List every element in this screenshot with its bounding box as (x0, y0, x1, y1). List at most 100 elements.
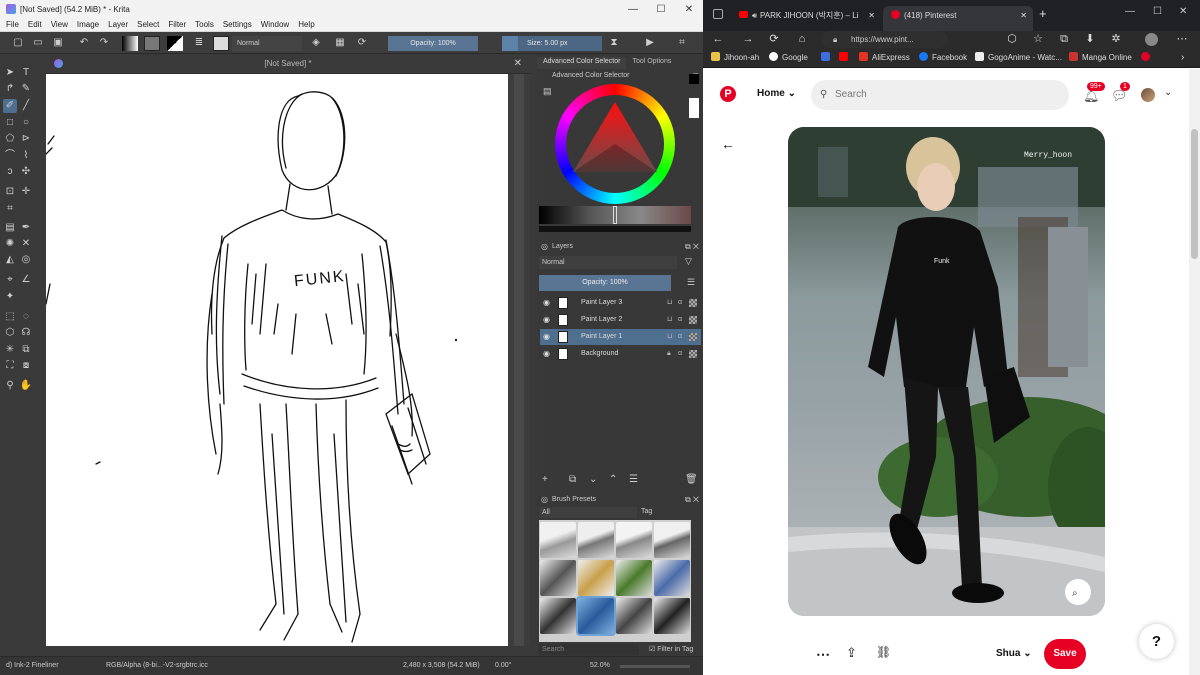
transform-tool-icon[interactable]: ⊡ (3, 185, 17, 199)
eraser-icon[interactable]: ◈ (310, 37, 322, 49)
freehand-brush-tool-icon[interactable]: ✐ (3, 99, 17, 113)
inherit-alpha-icon[interactable] (689, 299, 697, 307)
home-menu[interactable]: Home ⌄ (757, 88, 796, 99)
brush-preset[interactable] (540, 598, 576, 634)
favorites-icon[interactable]: ☆ (1029, 31, 1047, 48)
bookmarks-overflow-icon[interactable]: › (1181, 51, 1184, 65)
close-tab-icon[interactable]: ✕ (1020, 6, 1027, 26)
close-brush-docker-icon[interactable]: ⧉ ✕ (685, 494, 699, 506)
fg-bg-color-icon[interactable] (167, 36, 183, 51)
visibility-eye-icon[interactable]: ◉ (543, 329, 550, 345)
canvas-vertical-scrollbar[interactable] (508, 74, 530, 646)
polygon-select-tool-icon[interactable]: ⬡ (3, 326, 17, 340)
lock-icon[interactable]: ⊔ (667, 295, 672, 311)
measure-tool-icon[interactable]: ∠ (19, 273, 33, 287)
magic-wand-tool-icon[interactable]: ✳ (3, 343, 17, 357)
inherit-alpha-icon[interactable] (689, 333, 697, 341)
back-icon[interactable]: ← (709, 31, 727, 48)
more-menu-icon[interactable]: ⋯ (1173, 31, 1191, 48)
pattern-swatch[interactable] (144, 36, 160, 51)
bookmark-youtube[interactable] (839, 51, 852, 65)
menu-view[interactable]: View (51, 20, 68, 29)
reload-preset-icon[interactable]: ⟳ (356, 37, 368, 49)
background-color-swatch[interactable] (689, 98, 699, 118)
brush-preset[interactable] (654, 560, 690, 596)
save-icon[interactable]: ▣ (52, 37, 64, 49)
gradient-swatch[interactable] (122, 36, 138, 51)
menu-file[interactable]: File (6, 20, 19, 29)
rect-select-tool-icon[interactable]: ⬚ (3, 310, 17, 324)
minimize-icon[interactable]: — (1125, 6, 1135, 17)
bookmark-gogoanime[interactable]: GogoAnime - Watc... (975, 51, 1062, 65)
redo-icon[interactable]: ↷ (98, 37, 110, 49)
alpha-icon[interactable]: α (678, 329, 682, 345)
shade-selector[interactable] (539, 206, 691, 224)
menu-image[interactable]: Image (77, 20, 99, 29)
pan-tool-icon[interactable]: ✋ (19, 379, 33, 393)
undo-icon[interactable]: ↶ (78, 37, 90, 49)
bezier-tool-icon[interactable]: ⌒ (3, 149, 17, 163)
tab-advanced-color-selector[interactable]: Advanced Color Selector (537, 57, 627, 69)
brush-preset-thumb[interactable] (213, 36, 229, 51)
search-input[interactable]: ⚲ Search (811, 80, 1069, 110)
bookmark-jihoon-ah[interactable]: Jihoon-ah (711, 51, 759, 65)
zoom-slider[interactable] (620, 665, 690, 668)
canvas-horizontal-scrollbar[interactable] (46, 646, 530, 656)
extension-icon[interactable]: ⬡ (1003, 31, 1021, 48)
enclose-fill-tool-icon[interactable]: ◎ (19, 253, 33, 267)
user-avatar[interactable] (1141, 88, 1155, 102)
alpha-lock-icon[interactable]: ▦ (334, 37, 346, 49)
bookmark-facebook[interactable]: Facebook (919, 51, 967, 65)
new-tab-icon[interactable]: + (1039, 6, 1047, 21)
mirror-horizontal-icon[interactable]: ⧗ (608, 37, 620, 49)
close-window-icon[interactable]: ✕ (1179, 6, 1187, 17)
save-button[interactable]: Save (1044, 639, 1086, 669)
close-document-icon[interactable]: ✕ (514, 54, 522, 74)
home-icon[interactable]: ⌂ (793, 31, 811, 48)
layer-row[interactable]: ◉ Paint Layer 3 ⊔ α (540, 295, 701, 311)
drawing-canvas[interactable]: FUNK (46, 74, 508, 646)
crop-tool-icon[interactable]: ⌗ (3, 202, 17, 216)
brush-preset[interactable] (540, 522, 576, 558)
lock-icon[interactable]: 🔒︎ (667, 346, 671, 362)
tab-pinterest[interactable]: (418) Pinterest ✕ (883, 6, 1033, 31)
layer-row-selected[interactable]: ◉ Paint Layer 1 ⊔ α (540, 329, 701, 345)
polygon-tool-icon[interactable]: ⬠ (3, 132, 17, 146)
alpha-icon[interactable]: α (678, 346, 682, 362)
close-tab-icon[interactable]: ✕ (868, 6, 875, 26)
color-settings-icon[interactable]: ▤ (543, 86, 552, 97)
forward-icon[interactable]: → (739, 31, 757, 48)
visibility-eye-icon[interactable]: ◉ (543, 295, 550, 311)
layer-row[interactable]: ◉ Background 🔒︎ α (540, 346, 701, 362)
collections-icon[interactable]: ⧉ (1055, 31, 1073, 48)
help-button[interactable]: ? (1139, 624, 1174, 659)
menu-settings[interactable]: Settings (223, 20, 252, 29)
brush-preset[interactable] (654, 598, 690, 634)
polyline-tool-icon[interactable]: ⊳ (19, 132, 33, 146)
rectangle-tool-icon[interactable]: □ (3, 116, 17, 130)
layer-filter-icon[interactable]: ▽ (685, 256, 692, 267)
add-layer-icon[interactable]: + (542, 474, 548, 485)
edit-shapes-tool-icon[interactable]: ↱ (3, 82, 17, 96)
alpha-icon[interactable]: α (678, 312, 682, 328)
bookmark-blue-app[interactable] (821, 51, 834, 65)
pin-image[interactable]: Funk Merry_hoon ⌕ (788, 127, 1105, 616)
freehand-select-tool-icon[interactable]: ☊ (19, 326, 33, 340)
close-icon[interactable]: ✕ (675, 4, 703, 15)
text-tool-icon[interactable]: T (19, 66, 33, 80)
brush-preset[interactable] (654, 522, 690, 558)
colorize-mask-tool-icon[interactable]: ✺ (3, 237, 17, 251)
smart-patch-tool-icon[interactable]: ✕ (19, 237, 33, 251)
scrollbar-thumb[interactable] (1191, 129, 1198, 259)
downloads-icon[interactable]: ⬇ (1081, 31, 1099, 48)
brush-tag-filter[interactable]: All (539, 507, 637, 518)
more-options-icon[interactable]: ⋯ (816, 646, 830, 663)
move-layer-down-icon[interactable]: ⌄ (589, 474, 597, 485)
blend-mode-select[interactable]: Normal (232, 36, 302, 51)
inherit-alpha-icon[interactable] (689, 350, 697, 358)
similar-select-tool-icon[interactable]: ⧉ (19, 343, 33, 357)
magnetic-select-tool-icon[interactable]: ⧇ (19, 359, 33, 373)
menu-help[interactable]: Help (298, 20, 314, 29)
layer-row[interactable]: ◉ Paint Layer 2 ⊔ α (540, 312, 701, 328)
layer-properties-icon[interactable]: ☰ (629, 474, 638, 485)
